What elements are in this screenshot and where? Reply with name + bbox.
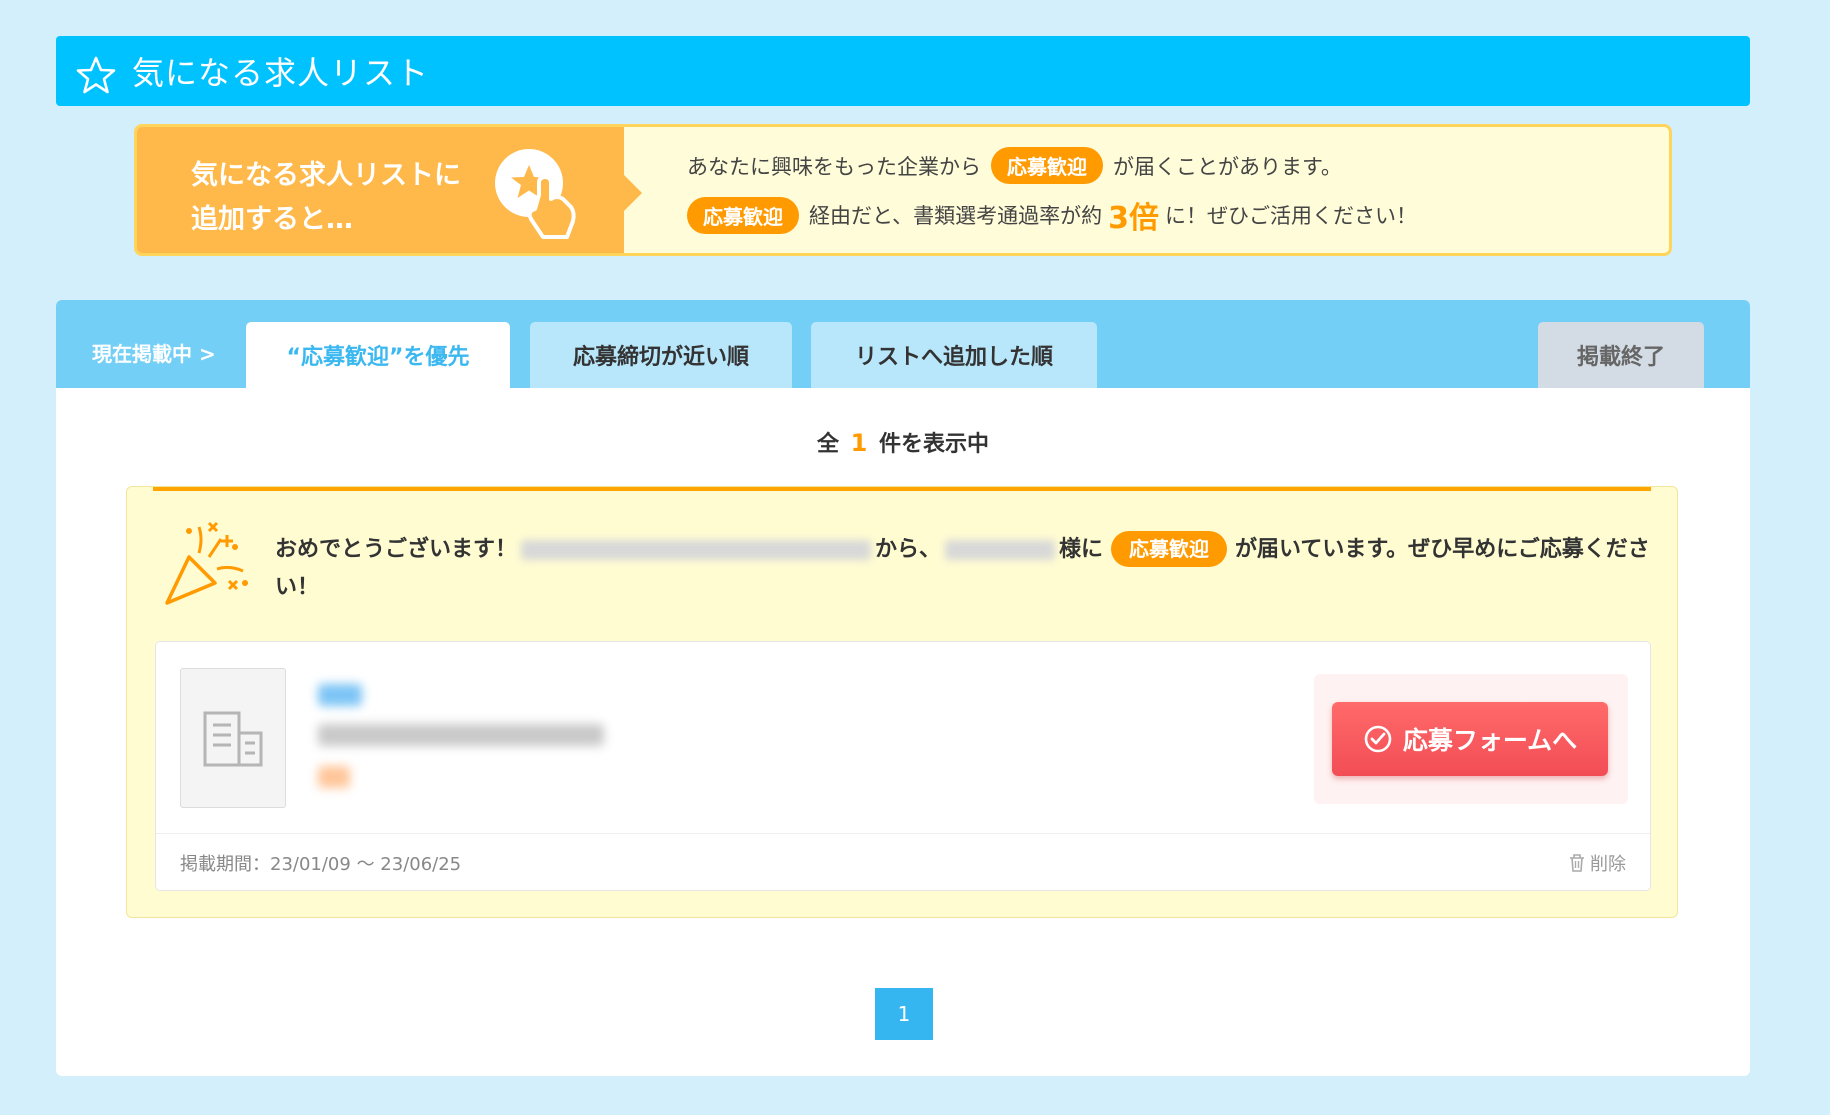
delete-label: 削除 (1590, 854, 1626, 875)
promo-left: 気になる求人リストに 追加すると… (137, 127, 642, 253)
user-name-redacted (945, 540, 1056, 560)
tab-deadline-order[interactable]: 応募締切が近い順 (530, 322, 792, 388)
welcome-badge: 応募歓迎 (991, 147, 1103, 184)
tab-ended[interactable]: 掲載終了 (1538, 322, 1704, 388)
tab-prefix-label: 現在掲載中 > (92, 342, 216, 366)
job-list-panel: 現在掲載中 > “応募歓迎”を優先 応募締切が近い順 リストへ追加した順 掲載終… (56, 300, 1750, 1076)
promo-headline-2: 追加すると… (191, 204, 353, 235)
notice-text-3: 様に (1059, 537, 1104, 562)
building-icon (203, 711, 263, 767)
promo-text-2: 経由だと、書類選考通過率が約 (809, 204, 1103, 228)
promo-right: あなたに興味をもった企業から 応募歓迎 が届くことがあります。 応募歓迎 経由だ… (687, 127, 1669, 253)
promo-headline-1: 気になる求人リストに (191, 160, 461, 191)
notice-text-1: おめでとうございます！ (275, 537, 518, 562)
tab-bar: 現在掲載中 > “応募歓迎”を優先 応募締切が近い順 リストへ追加した順 掲載終… (56, 300, 1750, 388)
tab-welcome-first[interactable]: “応募歓迎”を優先 (246, 322, 510, 388)
job-card-footer: 掲載期間：23/01/09 ～ 23/06/25 削除 (156, 833, 1650, 890)
company-thumbnail (180, 668, 286, 808)
trash-icon (1570, 854, 1584, 872)
delete-button[interactable]: 削除 (1568, 850, 1626, 876)
apply-form-label: 応募フォームへ (1402, 726, 1578, 755)
job-tag-redacted (318, 684, 362, 706)
count-suffix: 件を表示中 (879, 432, 990, 457)
check-circle-icon (1364, 725, 1392, 753)
accent-line (153, 487, 1651, 491)
promo-text-1-suffix: が届くことがあります。 (1113, 154, 1342, 179)
tap-star-icon (495, 149, 576, 239)
congrats-message: おめでとうございます！ から、 様に 応募歓迎 が届いています。ぜひ早めにご応募ください… (275, 531, 1655, 607)
party-popper-icon (165, 521, 248, 605)
notice-text-2: から、 (875, 537, 942, 562)
tab-added-order[interactable]: リストへ追加した順 (811, 322, 1097, 388)
pass-rate-multiplier: 3倍 (1108, 201, 1160, 236)
promo-row-1: あなたに興味をもった企業から 応募歓迎 が届くことがあります。 (687, 147, 1342, 184)
star-icon (76, 56, 116, 94)
apply-zone: 応募フォームへ (1314, 674, 1628, 804)
page-title: 気になる求人リスト (132, 54, 430, 92)
result-count: 全 1 件を表示中 (56, 426, 1750, 458)
count-prefix: 全 (816, 432, 839, 457)
apply-form-button[interactable]: 応募フォームへ (1332, 702, 1608, 776)
job-card: 応募フォームへ 掲載期間：23/01/09 ～ 23/06/25 削除 (155, 641, 1651, 891)
promo-banner: 気になる求人リストに 追加すると… あなたに興味をもった企業から 応募歓迎 が届… (134, 124, 1672, 256)
promo-row-2: 応募歓迎 経由だと、書類選考通過率が約 3倍 に！ぜひご活用ください！ (687, 193, 1417, 237)
welcome-badge: 応募歓迎 (687, 196, 799, 234)
job-highlight-box: おめでとうございます！ から、 様に 応募歓迎 が届いています。ぜひ早めにご応募ください… (126, 486, 1678, 918)
promo-text-2-suffix: に！ぜひご活用ください！ (1165, 204, 1418, 228)
promo-text-1: あなたに興味をもった企業から (687, 154, 981, 179)
page-header: 気になる求人リスト (56, 36, 1750, 106)
page-button-1[interactable]: 1 (875, 988, 933, 1040)
listing-period: 掲載期間：23/01/09 ～ 23/06/25 (180, 854, 462, 875)
company-name-redacted (521, 540, 872, 560)
welcome-badge: 応募歓迎 (1111, 531, 1228, 567)
company-name-redacted (318, 724, 604, 746)
count-value: 1 (850, 429, 868, 457)
job-label-redacted (318, 766, 350, 788)
